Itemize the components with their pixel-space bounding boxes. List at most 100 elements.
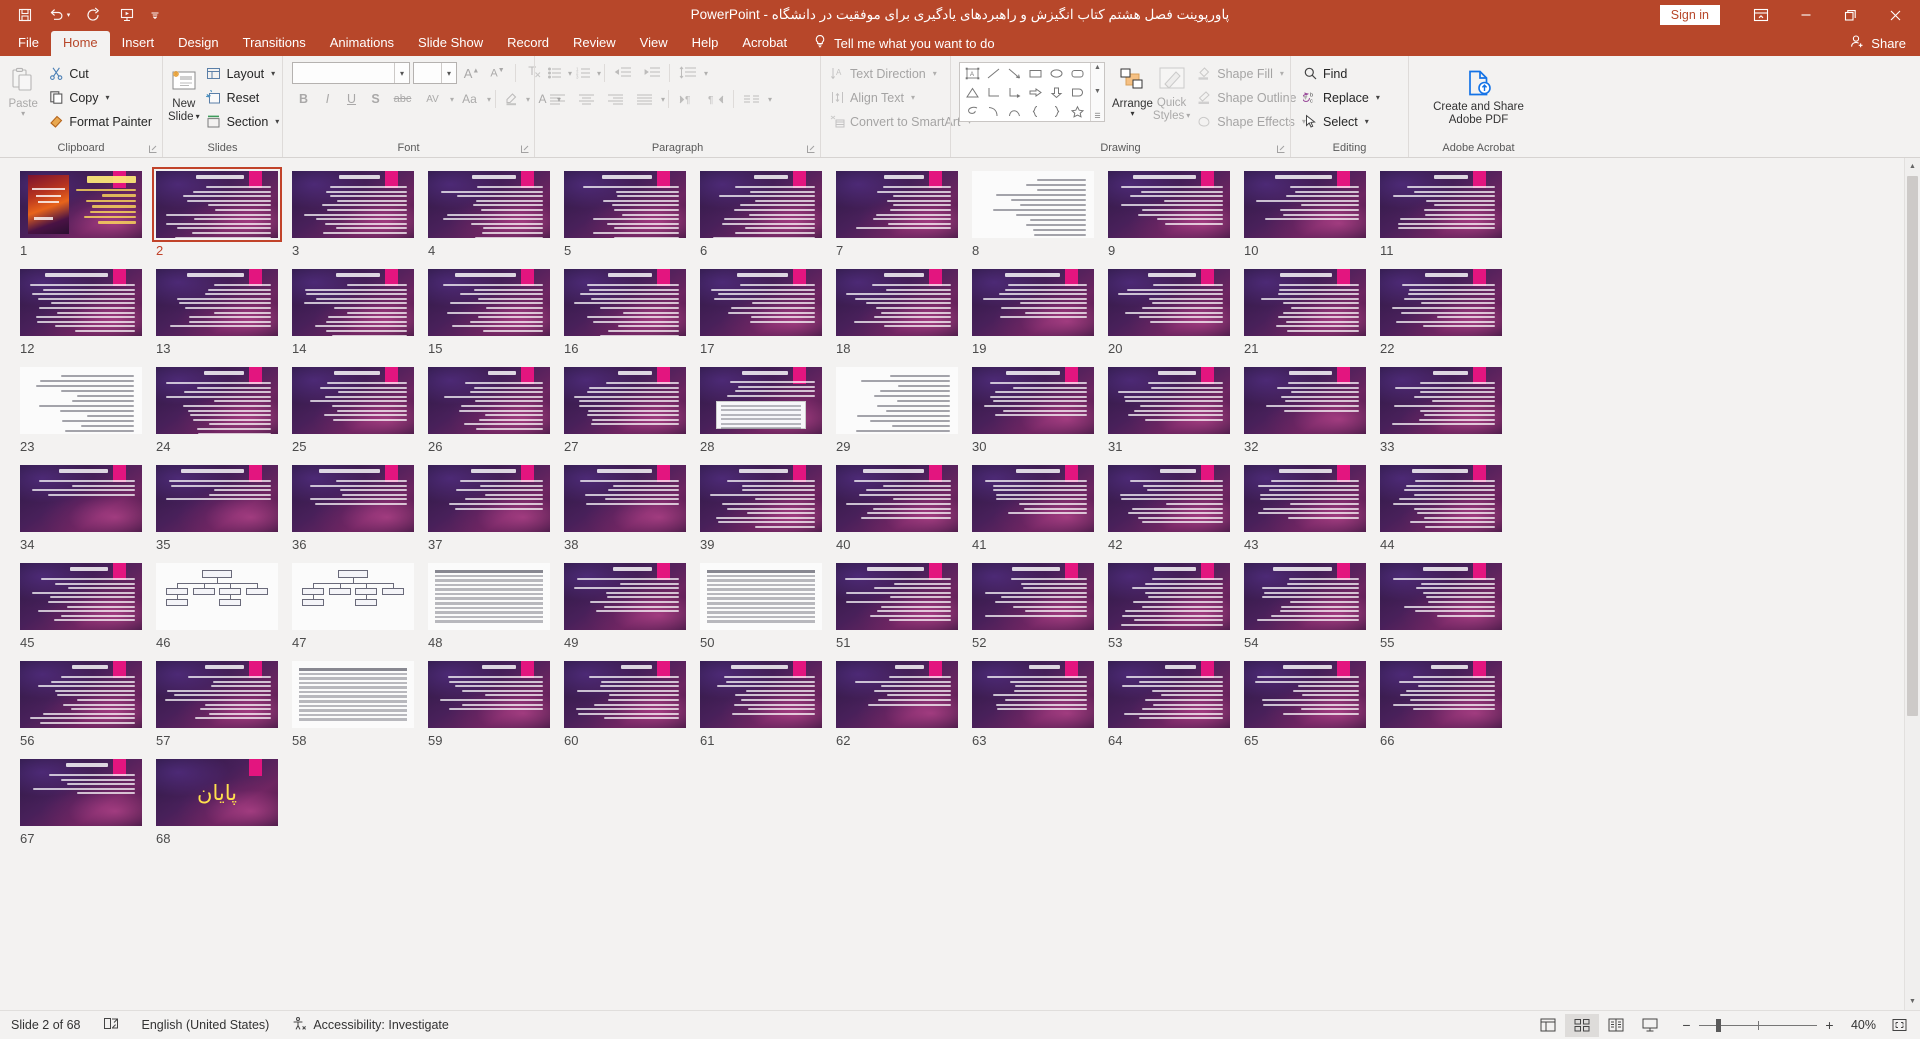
align-center-button[interactable]: [572, 88, 601, 110]
slide-thumbnail-1[interactable]: [17, 168, 145, 241]
shape-down-arrow-icon[interactable]: [1046, 83, 1067, 102]
scroll-down-icon[interactable]: ▼: [1905, 993, 1920, 1010]
shapes-gallery-more-icon[interactable]: ☰: [1094, 112, 1100, 120]
shape-text-box-icon[interactable]: A: [962, 64, 983, 83]
shapes-gallery-scrollbar[interactable]: ▲ ▼ ☰: [1090, 63, 1104, 121]
tab-insert[interactable]: Insert: [110, 31, 167, 56]
shape-arc-icon[interactable]: [1004, 102, 1025, 121]
customize-quick-access-toolbar-icon[interactable]: [144, 2, 166, 28]
font-name-chevron-down-icon[interactable]: ▾: [394, 63, 409, 83]
slide-thumbnail-42[interactable]: [1105, 462, 1233, 535]
shape-flowchart-delay-icon[interactable]: [1067, 83, 1088, 102]
justify-chevron-down-icon[interactable]: ▾: [661, 95, 665, 104]
tab-design[interactable]: Design: [166, 31, 230, 56]
slide-thumbnail-45[interactable]: [17, 560, 145, 633]
slide-thumbnail-60[interactable]: [561, 658, 689, 731]
font-size-chevron-down-icon[interactable]: ▾: [441, 63, 456, 83]
shape-triangle-icon[interactable]: [962, 83, 983, 102]
text-direction-chevron-down-icon[interactable]: ▾: [933, 69, 937, 78]
align-right-button[interactable]: [601, 88, 630, 110]
start-from-beginning-icon[interactable]: [110, 2, 144, 28]
font-dialog-launcher[interactable]: [520, 143, 530, 153]
highlight-chevron-down-icon[interactable]: ▾: [526, 95, 530, 104]
slide-indicator[interactable]: Slide 2 of 68: [0, 1014, 92, 1037]
line-spacing-chevron-down-icon[interactable]: ▾: [704, 69, 708, 78]
shapes-gallery[interactable]: A ▲ ▼ ☰: [959, 62, 1105, 122]
clipboard-dialog-launcher[interactable]: [148, 143, 158, 153]
share-button[interactable]: Share: [1849, 34, 1920, 56]
slide-thumbnail-28[interactable]: [697, 364, 825, 437]
slide-thumbnail-64[interactable]: [1105, 658, 1233, 731]
slide-thumbnail-17[interactable]: [697, 266, 825, 339]
sign-in-button[interactable]: Sign in: [1659, 5, 1720, 25]
shape-rounded-rectangle-icon[interactable]: [1067, 64, 1088, 83]
shape-right-brace-icon[interactable]: [1046, 102, 1067, 121]
slide-thumbnail-38[interactable]: [561, 462, 689, 535]
copy-button[interactable]: Copy ▾: [45, 86, 157, 109]
align-left-button[interactable]: [543, 88, 572, 110]
notes-button[interactable]: [92, 1014, 131, 1037]
zoom-control[interactable]: − + 40%: [1667, 1017, 1884, 1033]
slide-thumbnail-8[interactable]: [969, 168, 1097, 241]
character-spacing-chevron-down-icon[interactable]: ▾: [450, 95, 454, 104]
slide-thumbnail-63[interactable]: [969, 658, 1097, 731]
font-name-combo[interactable]: ▾: [292, 62, 410, 84]
paste-button[interactable]: Paste ▾: [5, 62, 41, 117]
layout-button[interactable]: Layout ▾: [203, 62, 285, 85]
decrease-font-size-button[interactable]: A▼: [486, 62, 509, 84]
slide-thumbnail-58[interactable]: [289, 658, 417, 731]
slide-thumbnail-65[interactable]: [1241, 658, 1369, 731]
slide-thumbnail-5[interactable]: [561, 168, 689, 241]
shape-rectangle-icon[interactable]: [1025, 64, 1046, 83]
slide-thumbnail-26[interactable]: [425, 364, 553, 437]
ribbon-display-options-icon[interactable]: [1738, 0, 1783, 30]
slide-thumbnail-35[interactable]: [153, 462, 281, 535]
slide-thumbnail-43[interactable]: [1241, 462, 1369, 535]
slide-thumbnail-52[interactable]: [969, 560, 1097, 633]
numbering-chevron-down-icon[interactable]: ▾: [597, 69, 601, 78]
minimize-button[interactable]: [1783, 0, 1828, 30]
section-button[interactable]: Section ▾: [203, 110, 285, 133]
slide-thumbnail-14[interactable]: [289, 266, 417, 339]
slide-thumbnail-20[interactable]: [1105, 266, 1233, 339]
shape-curve-icon[interactable]: [983, 102, 1004, 121]
shape-arrow-icon[interactable]: [1004, 64, 1025, 83]
paste-chevron-down-icon[interactable]: ▾: [21, 109, 25, 117]
bold-button[interactable]: B: [292, 88, 315, 110]
slide-thumbnail-50[interactable]: [697, 560, 825, 633]
slide-thumbnail-22[interactable]: [1377, 266, 1505, 339]
slide-thumbnail-4[interactable]: [425, 168, 553, 241]
replace-button[interactable]: b c Replace ▾: [1299, 86, 1385, 109]
slide-thumbnail-16[interactable]: [561, 266, 689, 339]
slide-thumbnail-47[interactable]: [289, 560, 417, 633]
drawing-dialog-launcher[interactable]: [1276, 143, 1286, 153]
tab-slide-show[interactable]: Slide Show: [406, 31, 495, 56]
strikethrough-button[interactable]: abc: [388, 88, 417, 110]
select-chevron-down-icon[interactable]: ▾: [1365, 117, 1369, 126]
slide-thumbnail-6[interactable]: [697, 168, 825, 241]
replace-chevron-down-icon[interactable]: ▾: [1376, 93, 1380, 102]
shape-right-arrow-icon[interactable]: [1025, 83, 1046, 102]
slide-thumbnail-48[interactable]: [425, 560, 553, 633]
align-text-chevron-down-icon[interactable]: ▾: [911, 93, 915, 102]
increase-indent-button[interactable]: [637, 62, 666, 84]
slide-thumbnail-7[interactable]: [833, 168, 961, 241]
arrange-button[interactable]: Arrange ▾: [1112, 62, 1153, 117]
cut-button[interactable]: Cut: [45, 62, 157, 85]
slide-thumbnail-49[interactable]: [561, 560, 689, 633]
slide-show-view-button[interactable]: [1633, 1014, 1667, 1037]
slide-thumbnail-29[interactable]: [833, 364, 961, 437]
slide-thumbnail-62[interactable]: [833, 658, 961, 731]
select-button[interactable]: Select ▾: [1299, 110, 1385, 133]
slide-thumbnail-36[interactable]: [289, 462, 417, 535]
slide-thumbnail-66[interactable]: [1377, 658, 1505, 731]
change-case-button[interactable]: Aa: [455, 88, 484, 110]
slide-thumbnail-21[interactable]: [1241, 266, 1369, 339]
bullets-button[interactable]: [543, 62, 566, 84]
new-slide-chevron-down-icon[interactable]: ▾: [196, 111, 200, 124]
increase-font-size-button[interactable]: A▲: [460, 62, 483, 84]
slide-thumbnail-39[interactable]: [697, 462, 825, 535]
slide-thumbnail-31[interactable]: [1105, 364, 1233, 437]
shape-scribble-icon[interactable]: [962, 102, 983, 121]
tab-home[interactable]: Home: [50, 31, 110, 56]
